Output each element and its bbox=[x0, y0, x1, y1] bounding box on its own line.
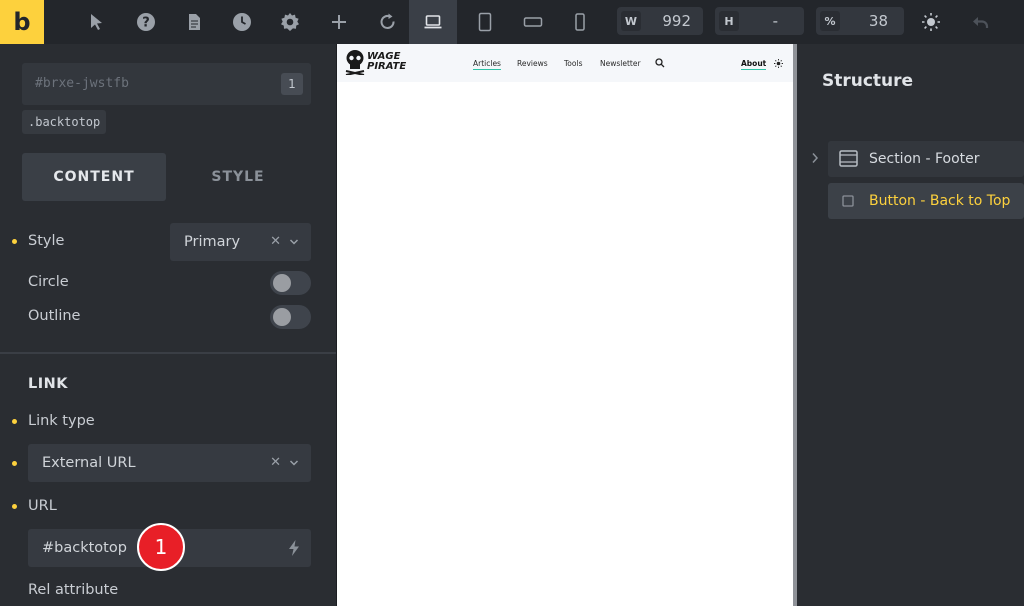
outline-toggle[interactable] bbox=[270, 305, 311, 329]
modified-indicator-dot bbox=[12, 461, 17, 466]
site-header: WAGE PIRATE Articles Reviews Tools Newsl… bbox=[337, 44, 793, 82]
width-value: 992 bbox=[662, 12, 691, 30]
tablet-portrait-icon[interactable] bbox=[463, 0, 507, 44]
clear-icon[interactable]: ✕ bbox=[270, 223, 281, 261]
history-icon[interactable] bbox=[220, 0, 264, 44]
toggle-knob bbox=[273, 274, 291, 292]
nav-link-newsletter[interactable]: Newsletter bbox=[600, 59, 641, 68]
button-icon bbox=[842, 195, 854, 207]
structure-item-label: Section - Footer bbox=[869, 151, 980, 167]
mobile-icon[interactable] bbox=[558, 0, 602, 44]
width-input[interactable]: W 992 bbox=[617, 7, 703, 35]
bricks-logo[interactable]: b bbox=[0, 0, 44, 44]
top-toolbar: b ? W 992 H - % 38 bbox=[0, 0, 1024, 44]
height-label: H bbox=[719, 11, 739, 31]
refresh-icon[interactable] bbox=[366, 0, 410, 44]
url-label: URL bbox=[28, 498, 57, 514]
circle-label: Circle bbox=[28, 274, 69, 290]
tablet-landscape-icon[interactable] bbox=[511, 0, 555, 44]
svg-text:?: ? bbox=[142, 16, 150, 31]
dynamic-data-icon[interactable] bbox=[287, 539, 301, 557]
chevron-down-icon bbox=[289, 239, 299, 245]
help-icon[interactable]: ? bbox=[124, 0, 168, 44]
style-label: Style bbox=[28, 233, 65, 249]
add-icon[interactable] bbox=[317, 0, 361, 44]
modified-indicator-dot bbox=[12, 419, 17, 424]
structure-panel: Structure Section - Footer Button - Back… bbox=[797, 44, 1024, 606]
sun-icon[interactable] bbox=[909, 0, 953, 44]
structure-item-label: Button - Back to Top bbox=[869, 193, 1011, 209]
zoom-input[interactable]: % 38 bbox=[816, 7, 904, 35]
chevron-right-icon[interactable] bbox=[811, 152, 819, 164]
css-class-chip[interactable]: .backtotop bbox=[22, 110, 107, 134]
nav-link-reviews[interactable]: Reviews bbox=[517, 59, 548, 68]
tab-style[interactable]: STYLE bbox=[166, 153, 310, 201]
modified-indicator-dot bbox=[12, 239, 17, 244]
section-divider bbox=[0, 352, 336, 354]
modified-indicator-dot bbox=[12, 504, 17, 509]
style-select[interactable]: Primary ✕ bbox=[170, 223, 311, 261]
structure-title: Structure bbox=[822, 71, 914, 91]
toggle-knob bbox=[273, 308, 291, 326]
nav-link-articles[interactable]: Articles bbox=[473, 59, 501, 70]
logo-line2: PIRATE bbox=[367, 61, 407, 72]
undo-icon[interactable] bbox=[958, 0, 1002, 44]
element-count-badge: 1 bbox=[281, 73, 303, 95]
chevron-down-icon bbox=[289, 460, 299, 466]
settings-icon[interactable] bbox=[268, 0, 312, 44]
step-number-badge: 1 bbox=[137, 523, 185, 571]
tab-content[interactable]: CONTENT bbox=[22, 153, 166, 201]
cursor-icon[interactable] bbox=[74, 0, 118, 44]
skull-icon bbox=[345, 50, 365, 75]
zoom-value: 38 bbox=[868, 12, 888, 30]
element-settings-panel: #brxe-jwstfb 1 .backtotop CONTENT STYLE … bbox=[0, 44, 336, 606]
section-icon bbox=[839, 150, 858, 167]
element-id-field[interactable]: #brxe-jwstfb 1 bbox=[22, 63, 311, 105]
page-icon[interactable] bbox=[172, 0, 216, 44]
link-type-label: Link type bbox=[28, 413, 95, 429]
style-select-value: Primary bbox=[184, 234, 241, 250]
preview-canvas[interactable]: WAGE PIRATE Articles Reviews Tools Newsl… bbox=[336, 44, 797, 606]
site-logo-text: WAGE PIRATE bbox=[367, 52, 406, 72]
search-icon[interactable] bbox=[655, 58, 665, 68]
structure-item-section-footer[interactable]: Section - Footer bbox=[828, 141, 1024, 177]
width-label: W bbox=[621, 11, 641, 31]
structure-item-button-back-to-top[interactable]: Button - Back to Top bbox=[828, 183, 1024, 219]
zoom-label: % bbox=[820, 11, 840, 31]
link-section-title[interactable]: LINK bbox=[28, 376, 68, 392]
outline-label: Outline bbox=[28, 308, 81, 324]
url-value: #backtotop bbox=[42, 540, 127, 556]
nav-link-about[interactable]: About bbox=[741, 59, 767, 70]
link-type-select[interactable]: External URL ✕ bbox=[28, 444, 311, 482]
rel-attribute-label: Rel attribute bbox=[28, 582, 119, 598]
element-id: #brxe-jwstfb bbox=[35, 76, 129, 91]
clear-icon[interactable]: ✕ bbox=[270, 444, 281, 482]
link-type-value: External URL bbox=[42, 455, 136, 471]
site-logo[interactable]: WAGE PIRATE bbox=[345, 49, 406, 75]
laptop-icon[interactable] bbox=[409, 0, 457, 44]
nav-link-tools[interactable]: Tools bbox=[564, 59, 582, 68]
height-input[interactable]: H - bbox=[715, 7, 804, 35]
height-value: - bbox=[772, 12, 778, 30]
theme-toggle-icon[interactable] bbox=[774, 59, 783, 68]
circle-toggle[interactable] bbox=[270, 271, 311, 295]
